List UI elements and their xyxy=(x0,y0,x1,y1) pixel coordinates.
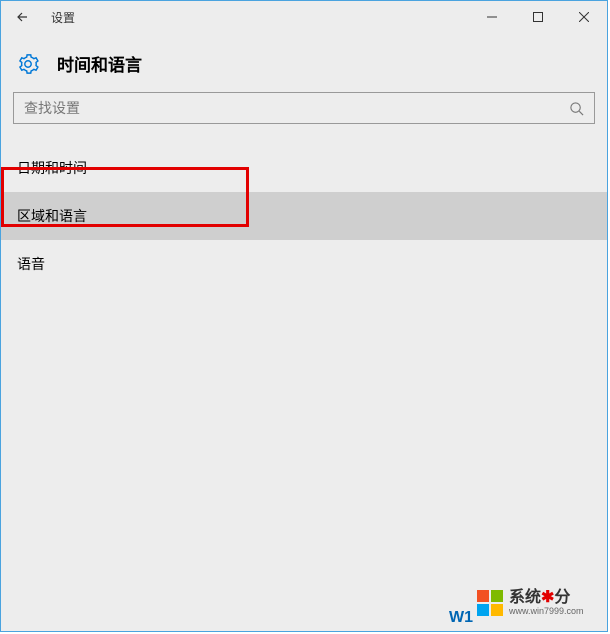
logo-tiles-icon xyxy=(477,590,503,616)
minimize-icon xyxy=(487,12,497,22)
titlebar: 设置 xyxy=(1,1,607,33)
nav-item-label: 区域和语言 xyxy=(17,206,87,226)
maximize-button[interactable] xyxy=(515,1,561,33)
nav-item-datetime[interactable]: 日期和时间 xyxy=(1,144,607,192)
page-header: 时间和语言 xyxy=(1,33,607,92)
nav-item-label: 语音 xyxy=(17,254,45,274)
page-title: 时间和语言 xyxy=(57,51,142,76)
minimize-button[interactable] xyxy=(469,1,515,33)
window-title: 设置 xyxy=(51,9,75,26)
logo-text: 系统✱分 www.win7999.com xyxy=(509,589,584,616)
logo-brand: 系统 xyxy=(509,589,541,606)
arrow-left-icon xyxy=(15,9,31,25)
nav-item-region-language[interactable]: 区域和语言 xyxy=(1,192,607,240)
nav-item-label: 日期和时间 xyxy=(17,158,87,178)
back-button[interactable] xyxy=(1,1,45,33)
logo-brand-suffix: 分 xyxy=(554,589,570,606)
nav-list: 日期和时间 区域和语言 语音 xyxy=(1,144,607,288)
nav-item-speech[interactable]: 语音 xyxy=(1,240,607,288)
window-controls xyxy=(469,1,607,33)
close-button[interactable] xyxy=(561,1,607,33)
gear-icon xyxy=(17,53,39,75)
search-icon xyxy=(558,101,594,116)
maximize-icon xyxy=(533,12,543,22)
search-box[interactable] xyxy=(13,92,595,124)
watermark-logo: 系统✱分 www.win7999.com xyxy=(477,575,607,631)
logo-url: www.win7999.com xyxy=(509,607,584,617)
settings-window: 设置 时间和 xyxy=(0,0,608,632)
close-icon xyxy=(579,12,589,22)
watermark-partial: W1 xyxy=(449,609,473,627)
search-input[interactable] xyxy=(14,100,558,116)
